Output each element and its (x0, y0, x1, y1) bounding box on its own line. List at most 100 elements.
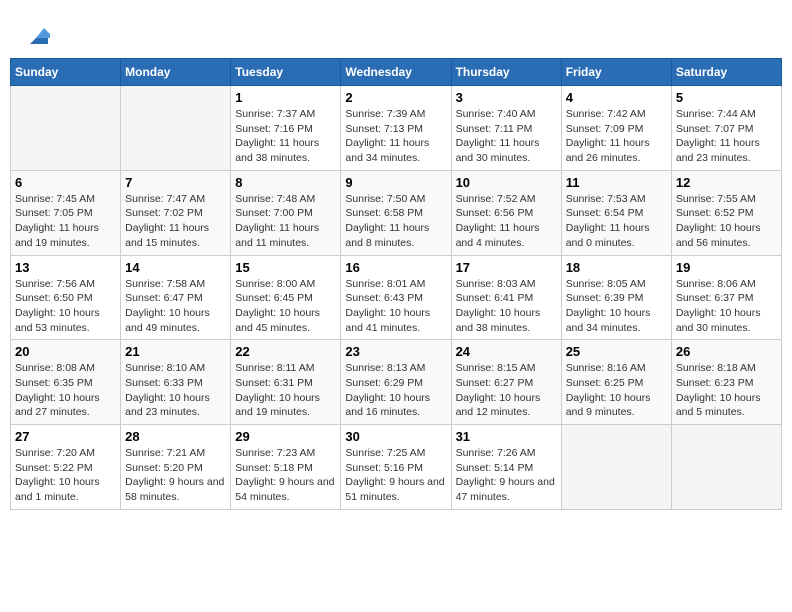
day-number: 6 (15, 175, 116, 190)
calendar-cell: 5 Sunrise: 7:44 AM Sunset: 7:07 PM Daylig… (671, 86, 781, 171)
day-info: Sunrise: 7:52 AM Sunset: 6:56 PM Dayligh… (456, 192, 557, 251)
day-info: Sunrise: 8:00 AM Sunset: 6:45 PM Dayligh… (235, 277, 336, 336)
day-number: 29 (235, 429, 336, 444)
day-number: 30 (345, 429, 446, 444)
day-of-week-header: Sunday (11, 59, 121, 86)
day-number: 11 (566, 175, 667, 190)
calendar-cell: 14 Sunrise: 7:58 AM Sunset: 6:47 PM Dayli… (121, 255, 231, 340)
calendar-cell: 31 Sunrise: 7:26 AM Sunset: 5:14 PM Dayli… (451, 425, 561, 510)
calendar-cell: 3 Sunrise: 7:40 AM Sunset: 7:11 PM Daylig… (451, 86, 561, 171)
day-info: Sunrise: 7:56 AM Sunset: 6:50 PM Dayligh… (15, 277, 116, 336)
calendar-cell (121, 86, 231, 171)
calendar-cell: 16Sunrise: 8:01 AM Sunset: 6:43 PM Dayli… (341, 255, 451, 340)
calendar-cell: 7 Sunrise: 7:47 AM Sunset: 7:02 PM Daylig… (121, 170, 231, 255)
day-number: 25 (566, 344, 667, 359)
calendar-cell: 23 Sunrise: 8:13 AM Sunset: 6:29 PM Dayli… (341, 340, 451, 425)
day-info: Sunrise: 7:55 AM Sunset: 6:52 PM Dayligh… (676, 192, 777, 251)
day-info: Sunrise: 7:48 AM Sunset: 7:00 PM Dayligh… (235, 192, 336, 251)
calendar-cell: 9 Sunrise: 7:50 AM Sunset: 6:58 PM Daylig… (341, 170, 451, 255)
day-info: Sunrise: 7:20 AM Sunset: 5:22 PM Dayligh… (15, 446, 116, 505)
day-number: 1 (235, 90, 336, 105)
calendar-table: SundayMondayTuesdayWednesdayThursdayFrid… (10, 58, 782, 510)
day-number: 31 (456, 429, 557, 444)
day-info: Sunrise: 8:06 AM Sunset: 6:37 PM Dayligh… (676, 277, 777, 336)
day-info: Sunrise: 7:47 AM Sunset: 7:02 PM Dayligh… (125, 192, 226, 251)
day-info: Sunrise: 7:42 AM Sunset: 7:09 PM Dayligh… (566, 107, 667, 166)
calendar-cell: 18 Sunrise: 8:05 AM Sunset: 6:39 PM Dayli… (561, 255, 671, 340)
day-of-week-header: Tuesday (231, 59, 341, 86)
calendar-cell: 26 Sunrise: 8:18 AM Sunset: 6:23 PM Dayli… (671, 340, 781, 425)
calendar-cell: 20 Sunrise: 8:08 AM Sunset: 6:35 PM Dayli… (11, 340, 121, 425)
day-number: 23 (345, 344, 446, 359)
day-info: Sunrise: 7:37 AM Sunset: 7:16 PM Dayligh… (235, 107, 336, 166)
day-info: Sunrise: 8:13 AM Sunset: 6:29 PM Dayligh… (345, 361, 446, 420)
day-info: Sunrise: 7:40 AM Sunset: 7:11 PM Dayligh… (456, 107, 557, 166)
day-number: 14 (125, 260, 226, 275)
day-info: Sunrise: 7:45 AM Sunset: 7:05 PM Dayligh… (15, 192, 116, 251)
calendar-cell: 24 Sunrise: 8:15 AM Sunset: 6:27 PM Dayli… (451, 340, 561, 425)
day-of-week-header: Saturday (671, 59, 781, 86)
calendar-cell: 17Sunrise: 8:03 AM Sunset: 6:41 PM Dayli… (451, 255, 561, 340)
calendar-cell: 4 Sunrise: 7:42 AM Sunset: 7:09 PM Daylig… (561, 86, 671, 171)
logo-icon (22, 20, 50, 48)
day-info: Sunrise: 8:08 AM Sunset: 6:35 PM Dayligh… (15, 361, 116, 420)
calendar-cell: 2 Sunrise: 7:39 AM Sunset: 7:13 PM Daylig… (341, 86, 451, 171)
day-number: 10 (456, 175, 557, 190)
day-number: 20 (15, 344, 116, 359)
day-number: 21 (125, 344, 226, 359)
calendar-cell: 13 Sunrise: 7:56 AM Sunset: 6:50 PM Dayli… (11, 255, 121, 340)
calendar-cell: 30Sunrise: 7:25 AM Sunset: 5:16 PM Dayli… (341, 425, 451, 510)
day-info: Sunrise: 8:16 AM Sunset: 6:25 PM Dayligh… (566, 361, 667, 420)
page-header (10, 10, 782, 53)
day-of-week-header: Friday (561, 59, 671, 86)
day-info: Sunrise: 7:26 AM Sunset: 5:14 PM Dayligh… (456, 446, 557, 505)
day-of-week-header: Wednesday (341, 59, 451, 86)
calendar-cell: 28 Sunrise: 7:21 AM Sunset: 5:20 PM Dayli… (121, 425, 231, 510)
day-number: 5 (676, 90, 777, 105)
day-number: 26 (676, 344, 777, 359)
day-number: 3 (456, 90, 557, 105)
day-info: Sunrise: 8:18 AM Sunset: 6:23 PM Dayligh… (676, 361, 777, 420)
calendar-cell: 15 Sunrise: 8:00 AM Sunset: 6:45 PM Dayli… (231, 255, 341, 340)
day-info: Sunrise: 8:05 AM Sunset: 6:39 PM Dayligh… (566, 277, 667, 336)
day-number: 28 (125, 429, 226, 444)
day-info: Sunrise: 7:44 AM Sunset: 7:07 PM Dayligh… (676, 107, 777, 166)
calendar-cell: 11 Sunrise: 7:53 AM Sunset: 6:54 PM Dayli… (561, 170, 671, 255)
day-info: Sunrise: 7:50 AM Sunset: 6:58 PM Dayligh… (345, 192, 446, 251)
day-number: 27 (15, 429, 116, 444)
calendar-cell: 10 Sunrise: 7:52 AM Sunset: 6:56 PM Dayli… (451, 170, 561, 255)
day-number: 2 (345, 90, 446, 105)
calendar-cell: 22Sunrise: 8:11 AM Sunset: 6:31 PM Dayli… (231, 340, 341, 425)
day-number: 13 (15, 260, 116, 275)
calendar-cell: 12 Sunrise: 7:55 AM Sunset: 6:52 PM Dayli… (671, 170, 781, 255)
calendar-cell: 8 Sunrise: 7:48 AM Sunset: 7:00 PM Daylig… (231, 170, 341, 255)
day-number: 24 (456, 344, 557, 359)
calendar-cell: 6 Sunrise: 7:45 AM Sunset: 7:05 PM Daylig… (11, 170, 121, 255)
day-number: 16 (345, 260, 446, 275)
calendar-cell (671, 425, 781, 510)
day-info: Sunrise: 8:10 AM Sunset: 6:33 PM Dayligh… (125, 361, 226, 420)
logo (20, 20, 50, 48)
day-info: Sunrise: 7:39 AM Sunset: 7:13 PM Dayligh… (345, 107, 446, 166)
day-info: Sunrise: 8:11 AM Sunset: 6:31 PM Dayligh… (235, 361, 336, 420)
calendar-cell (11, 86, 121, 171)
day-info: Sunrise: 7:53 AM Sunset: 6:54 PM Dayligh… (566, 192, 667, 251)
calendar-cell: 25 Sunrise: 8:16 AM Sunset: 6:25 PM Dayli… (561, 340, 671, 425)
calendar-cell: 27 Sunrise: 7:20 AM Sunset: 5:22 PM Dayli… (11, 425, 121, 510)
day-of-week-header: Thursday (451, 59, 561, 86)
day-number: 15 (235, 260, 336, 275)
day-info: Sunrise: 8:15 AM Sunset: 6:27 PM Dayligh… (456, 361, 557, 420)
day-number: 18 (566, 260, 667, 275)
calendar-cell: 1 Sunrise: 7:37 AM Sunset: 7:16 PM Daylig… (231, 86, 341, 171)
day-number: 4 (566, 90, 667, 105)
calendar-header: SundayMondayTuesdayWednesdayThursdayFrid… (11, 59, 782, 86)
day-info: Sunrise: 8:03 AM Sunset: 6:41 PM Dayligh… (456, 277, 557, 336)
day-number: 8 (235, 175, 336, 190)
day-info: Sunrise: 7:23 AM Sunset: 5:18 PM Dayligh… (235, 446, 336, 505)
day-number: 7 (125, 175, 226, 190)
day-number: 12 (676, 175, 777, 190)
day-number: 9 (345, 175, 446, 190)
day-info: Sunrise: 7:21 AM Sunset: 5:20 PM Dayligh… (125, 446, 226, 505)
day-info: Sunrise: 7:58 AM Sunset: 6:47 PM Dayligh… (125, 277, 226, 336)
day-number: 19 (676, 260, 777, 275)
